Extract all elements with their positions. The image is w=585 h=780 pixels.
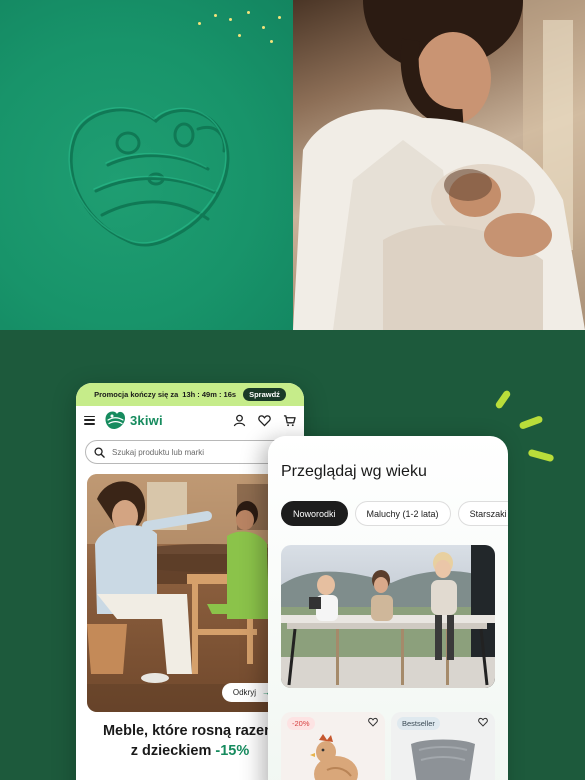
product-card[interactable]: -20% [281,712,385,780]
promo-countdown: 13h : 49m : 16s [182,390,237,399]
embossed-logo-icon [68,107,230,247]
search-input[interactable]: Szukaj produktu lub marki [85,440,295,464]
headline-line-1: Meble, które rosną razem [102,723,278,739]
nav-actions [233,414,296,427]
accent-dash [494,389,512,410]
hero-banner-furniture[interactable]: Odkryj → [87,474,293,712]
age-category-photo[interactable] [281,545,495,688]
search-icon [94,446,105,458]
cart-icon[interactable] [283,414,296,427]
kids-at-table-illustration [281,545,495,688]
accent-dash [518,415,544,430]
phone-browse-by-age-screen: Przeglądaj wg wieku Noworodki Maluchy (1… [268,436,508,780]
bestseller-badge: Bestseller [397,717,440,730]
sparkle [229,18,232,21]
headline-line-2: z dzieckiem -15% [82,741,298,761]
chip-toddlers[interactable]: Maluchy (1-2 lata) [354,501,451,526]
sparkle [247,11,250,14]
product-card[interactable]: Bestseller [391,712,495,780]
user-icon[interactable] [233,414,246,427]
heart-icon[interactable] [258,414,271,427]
menu-icon[interactable] [84,415,95,425]
headline-line-2-text: z dzieckiem [130,743,212,759]
heart-icon[interactable] [478,717,488,727]
search-placeholder: Szukaj produktu lub marki [112,447,205,457]
sparkle [278,16,281,19]
brand-logo[interactable]: 3kiwi [103,410,163,430]
brand-name: 3kiwi [130,412,163,428]
sparkle [198,22,201,25]
family-dinner-illustration [87,474,293,712]
kiwi-logo-icon [105,411,125,429]
headline-discount: -15% [215,743,250,759]
chip-older-kids[interactable]: Starszaki [457,501,508,526]
promo-check-button[interactable]: Sprawdź [243,388,286,401]
sparkle [214,14,217,17]
discount-badge: -20% [287,717,315,730]
chip-newborns[interactable]: Noworodki [281,501,348,526]
mother-baby-illustration [293,0,585,330]
top-navbar: 3kiwi [76,406,304,434]
promo-label: Promocja kończy się za [94,390,179,399]
hero-photo-mother-baby [293,0,585,330]
hero-brand-panel [0,0,293,330]
baby-bouncer-illustration [411,739,475,780]
sparkle [262,26,265,29]
accent-dash [527,448,555,463]
sparkle [238,34,241,37]
promo-bar: Promocja kończy się za 13h : 49m : 16s S… [76,383,304,406]
sparkle [270,40,273,43]
browse-title: Przeglądaj wg wieku [281,463,427,480]
age-filter-chips: Noworodki Maluchy (1-2 lata) Starszaki [281,501,508,526]
heart-icon[interactable] [368,717,378,727]
discover-label: Odkryj [232,688,256,697]
chicken-toy-illustration [310,734,358,780]
